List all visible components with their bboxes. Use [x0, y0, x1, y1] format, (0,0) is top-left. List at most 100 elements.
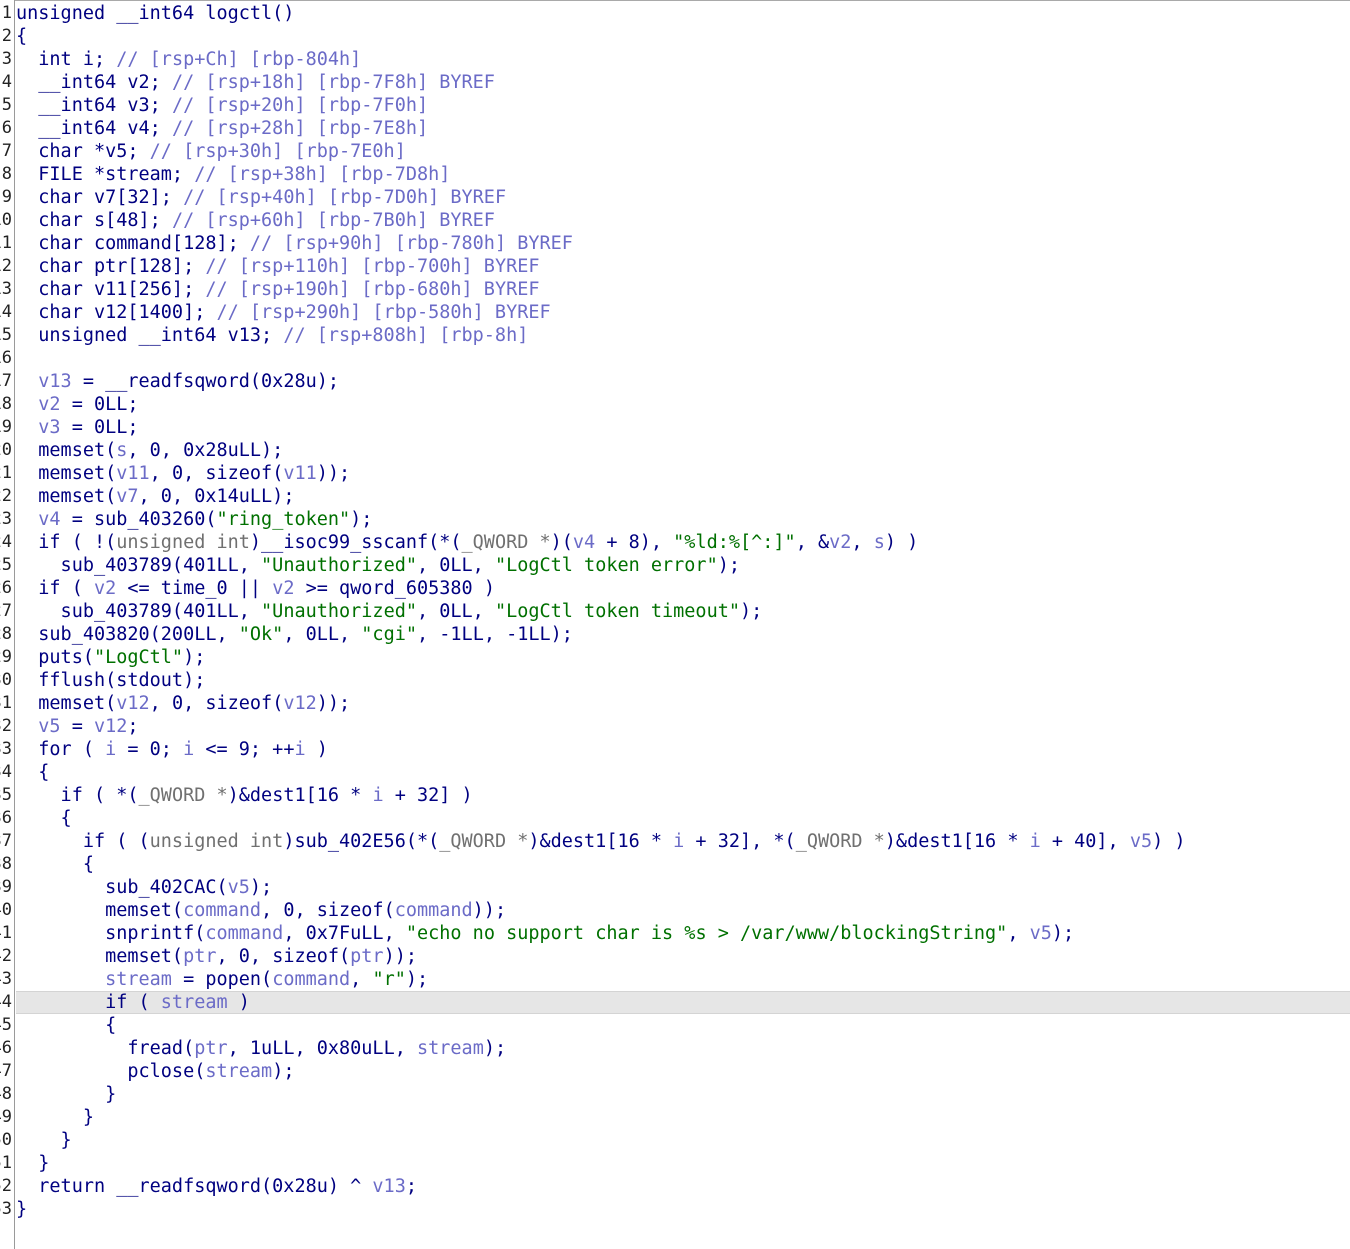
code-token: _QWORD * — [795, 831, 885, 852]
code-line[interactable]: } — [16, 1152, 1350, 1175]
code-token: ); — [717, 555, 740, 576]
code-token: v2 — [829, 532, 852, 553]
code-line[interactable]: v2 = 0LL; — [16, 393, 1350, 416]
code-line[interactable]: __int64 v2; // [rsp+18h] [rbp-7F8h] BYRE… — [16, 71, 1350, 94]
line-number: 21 — [0, 463, 12, 483]
code-line[interactable]: if ( v2 <= time_0 || v2 >= qword_605380 … — [16, 577, 1350, 600]
pseudocode-editor[interactable]: 1234567891011121314151617181920212223242… — [0, 0, 1350, 1249]
code-token: ); — [249, 877, 273, 898]
code-line[interactable]: char ptr[128]; // [rsp+110h] [rbp-700h] … — [16, 255, 1350, 278]
code-token: = — [60, 716, 94, 737]
code-line[interactable]: if ( !(unsigned int)__isoc99_sscanf(*(_Q… — [16, 531, 1350, 554]
code-line[interactable]: char v11[256]; // [rsp+190h] [rbp-680h] … — [16, 278, 1350, 301]
code-token: v5 — [1129, 831, 1153, 852]
code-token: "Ok" — [238, 624, 284, 645]
code-line[interactable]: fflush(stdout); — [16, 669, 1350, 692]
code-line[interactable]: stream = popen(command, "r"); — [16, 968, 1350, 991]
code-line[interactable]: pclose(stream); — [16, 1060, 1350, 1083]
code-line[interactable]: char s[48]; // [rsp+60h] [rbp-7B0h] BYRE… — [16, 209, 1350, 232]
line-number: 7 — [1, 141, 12, 161]
code-line[interactable]: if ( *(_QWORD *)&dest1[16 * i + 32] ) — [16, 784, 1350, 807]
code-line[interactable]: if ( (unsigned int)sub_402E56(*(_QWORD *… — [16, 830, 1350, 853]
code-line[interactable]: sub_403789(401LL, "Unauthorized", 0LL, "… — [16, 554, 1350, 577]
code-token: = popen( — [171, 969, 273, 990]
code-token: ptr — [194, 1038, 228, 1059]
code-line[interactable]: memset(ptr, 0, sizeof(ptr)); — [16, 945, 1350, 968]
code-token: ); — [483, 1038, 507, 1059]
code-token: , 0, sizeof( — [149, 693, 284, 714]
code-token: , 0, sizeof( — [261, 900, 395, 921]
code-line[interactable]: FILE *stream; // [rsp+38h] [rbp-7D8h] — [16, 163, 1350, 186]
code-token: // [rsp+110h] [rbp-700h] BYREF — [205, 256, 540, 277]
code-line[interactable]: v4 = sub_403260("ring_token"); — [16, 508, 1350, 531]
code-token: ; — [127, 716, 139, 737]
line-number: 33 — [0, 739, 12, 759]
code-line[interactable]: { — [16, 25, 1350, 48]
code-line[interactable]: } — [16, 1198, 1350, 1221]
code-token: v4 — [572, 532, 596, 553]
code-line[interactable]: } — [16, 1106, 1350, 1129]
line-number: 46 — [0, 1038, 12, 1058]
code-line[interactable]: memset(v7, 0, 0x14uLL); — [16, 485, 1350, 508]
line-number: 18 — [0, 394, 12, 414]
code-token: __int64 v4; — [16, 118, 172, 139]
code-token: // [rsp+60h] [rbp-7B0h] BYREF — [171, 210, 495, 231]
code-line[interactable]: { — [16, 1014, 1350, 1037]
code-token: sub_403820(200LL, — [16, 624, 239, 645]
code-line[interactable]: sub_403820(200LL, "Ok", 0LL, "cgi", -1LL… — [16, 623, 1350, 646]
code-line[interactable]: } — [16, 1129, 1350, 1152]
code-line[interactable]: for ( i = 0; i <= 9; ++i ) — [16, 738, 1350, 761]
code-token: { — [16, 26, 28, 47]
code-token: i — [673, 831, 685, 852]
code-token: v2 — [272, 578, 295, 599]
code-token: v5 — [1029, 923, 1052, 944]
code-line[interactable]: { — [16, 853, 1350, 876]
code-line[interactable]: int i; // [rsp+Ch] [rbp-804h] — [16, 48, 1350, 71]
code-line[interactable]: memset(s, 0, 0x28uLL); — [16, 439, 1350, 462]
code-line[interactable] — [16, 347, 1350, 370]
code-token: char *v5; — [16, 141, 150, 162]
code-line[interactable]: v3 = 0LL; — [16, 416, 1350, 439]
code-line[interactable]: unsigned __int64 v13; // [rsp+808h] [rbp… — [16, 324, 1350, 347]
code-line[interactable]: snprintf(command, 0x7FuLL, "echo no supp… — [16, 922, 1350, 945]
code-line[interactable]: sub_403789(401LL, "Unauthorized", 0LL, "… — [16, 600, 1350, 623]
code-line[interactable]: memset(command, 0, sizeof(command)); — [16, 899, 1350, 922]
code-line[interactable]: sub_402CAC(v5); — [16, 876, 1350, 899]
code-token: for ( — [16, 739, 106, 760]
code-token: v12 — [93, 716, 128, 737]
code-token: ; — [405, 1176, 417, 1197]
code-token: char v7[32]; — [16, 187, 184, 208]
line-number: 51 — [0, 1153, 12, 1173]
line-number: 10 — [0, 210, 12, 230]
code-line[interactable]: unsigned __int64 logctl() — [16, 2, 1350, 25]
code-token: memset( — [16, 900, 184, 921]
code-line[interactable]: if ( stream ) — [16, 991, 1350, 1014]
code-token: memset( — [16, 463, 117, 484]
code-line[interactable]: } — [16, 1083, 1350, 1106]
code-line[interactable]: { — [16, 807, 1350, 830]
code-line[interactable]: char *v5; // [rsp+30h] [rbp-7E0h] — [16, 140, 1350, 163]
code-line[interactable]: fread(ptr, 1uLL, 0x80uLL, stream); — [16, 1037, 1350, 1060]
code-line[interactable]: memset(v11, 0, sizeof(v11)); — [16, 462, 1350, 485]
code-line[interactable]: v13 = __readfsqword(0x28u); — [16, 370, 1350, 393]
line-number: 22 — [0, 486, 12, 506]
code-token: { — [16, 808, 72, 829]
code-line[interactable]: memset(v12, 0, sizeof(v12)); — [16, 692, 1350, 715]
code-line[interactable]: char v12[1400]; // [rsp+290h] [rbp-580h]… — [16, 301, 1350, 324]
code-token: , 0LL, — [416, 601, 495, 622]
line-number: 12 — [0, 256, 12, 276]
code-token: , 0, 0x28uLL); — [127, 440, 284, 461]
code-token: s — [873, 532, 885, 553]
code-line[interactable]: puts("LogCtl"); — [16, 646, 1350, 669]
code-line[interactable]: char v7[32]; // [rsp+40h] [rbp-7D0h] BYR… — [16, 186, 1350, 209]
code-line[interactable]: __int64 v3; // [rsp+20h] [rbp-7F0h] — [16, 94, 1350, 117]
code-line[interactable]: __int64 v4; // [rsp+28h] [rbp-7E8h] — [16, 117, 1350, 140]
code-line[interactable]: v5 = v12; — [16, 715, 1350, 738]
code-token: sub_402CAC( — [16, 877, 228, 898]
code-line[interactable]: char command[128]; // [rsp+90h] [rbp-780… — [16, 232, 1350, 255]
code-line[interactable]: return __readfsqword(0x28u) ^ v13; — [16, 1175, 1350, 1198]
code-token: v12 — [116, 693, 150, 714]
code-line[interactable]: { — [16, 761, 1350, 784]
